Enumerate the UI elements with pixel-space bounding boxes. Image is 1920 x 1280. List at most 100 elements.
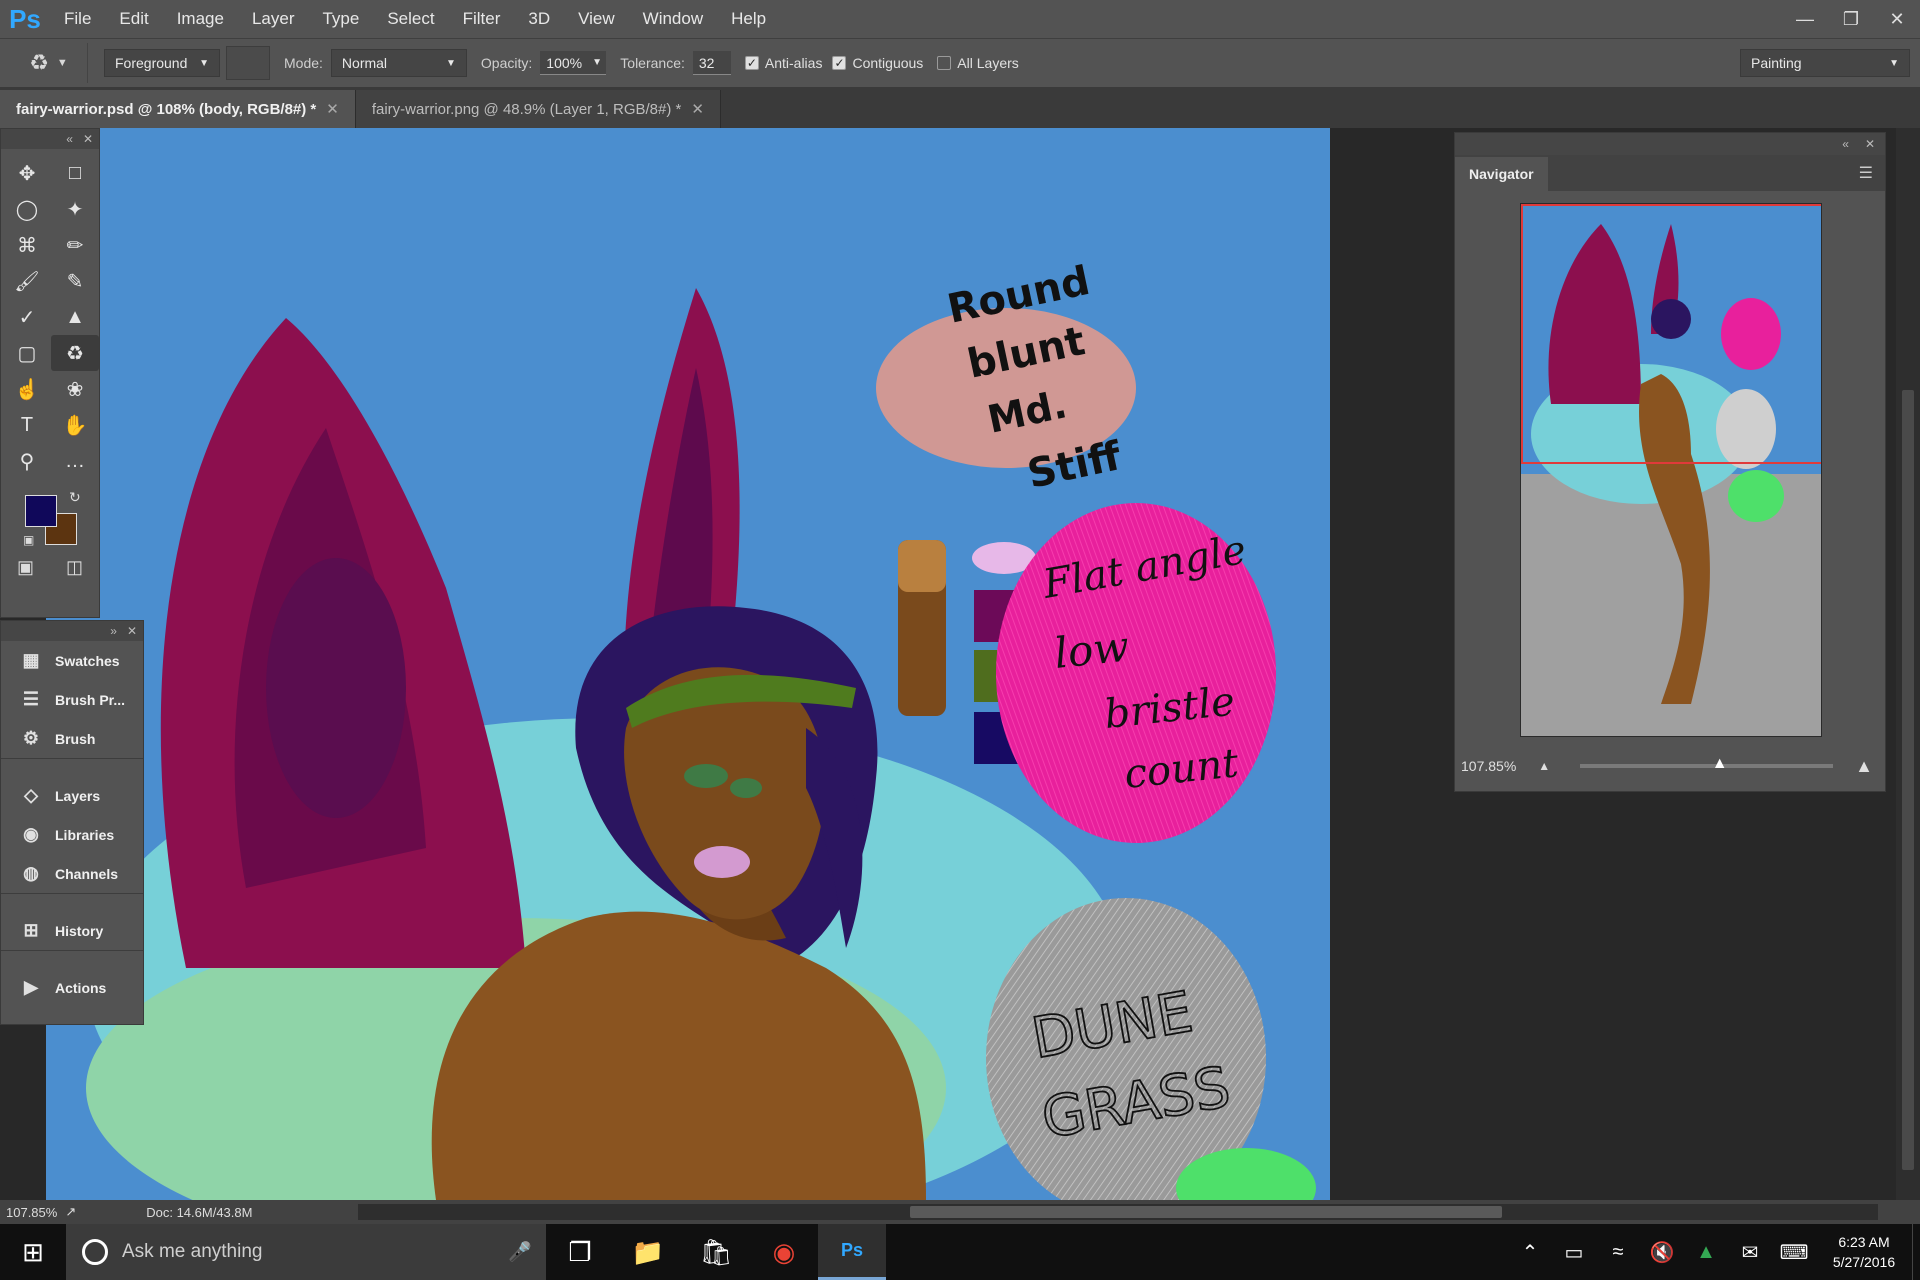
workspace-select[interactable]: Painting ▼: [1740, 49, 1910, 77]
lasso-icon[interactable]: ◯: [3, 191, 51, 227]
tab-fairy-warrior-png[interactable]: fairy-warrior.png @ 48.9% (Layer 1, RGB/…: [355, 90, 721, 128]
status-zoom[interactable]: 107.85%: [6, 1205, 57, 1220]
close-tab-icon[interactable]: ✕: [691, 100, 704, 118]
menu-type[interactable]: Type: [308, 0, 373, 38]
magic-wand-icon[interactable]: ✦: [51, 191, 99, 227]
zoom-in-icon[interactable]: ▲: [1855, 756, 1873, 777]
paint-bucket-icon[interactable]: ♻: [51, 335, 99, 371]
more-icon[interactable]: …: [51, 443, 99, 479]
tab-navigator[interactable]: Navigator: [1455, 157, 1548, 191]
zoom-slider[interactable]: ▲: [1580, 755, 1834, 772]
menu-help[interactable]: Help: [717, 0, 780, 38]
file-explorer-icon[interactable]: 📁: [614, 1224, 682, 1280]
zoom-icon[interactable]: ⚲: [3, 443, 51, 479]
menu-file[interactable]: File: [50, 0, 105, 38]
vertical-scrollbar[interactable]: [1896, 128, 1920, 1200]
menu-filter[interactable]: Filter: [449, 0, 515, 38]
chevron-up-icon[interactable]: ⌃: [1508, 1240, 1552, 1265]
chrome-icon[interactable]: ◉: [750, 1224, 818, 1280]
store-icon[interactable]: 🛍: [682, 1224, 750, 1280]
expand-icon[interactable]: »: [110, 624, 117, 638]
navigator-zoom-value[interactable]: 107.85%: [1461, 758, 1516, 774]
menu-edit[interactable]: Edit: [105, 0, 162, 38]
horizontal-scrollbar[interactable]: [358, 1204, 1878, 1220]
pattern-picker[interactable]: [226, 46, 270, 80]
screen-mode-icon[interactable]: ◫: [66, 557, 83, 578]
clock[interactable]: 6:23 AM 5/27/2016: [1816, 1232, 1912, 1272]
battery-icon[interactable]: ▭: [1552, 1240, 1596, 1265]
panel-swatches[interactable]: ▦ Swatches: [1, 641, 143, 680]
menu-window[interactable]: Window: [629, 0, 717, 38]
mixer-brush-icon[interactable]: ✓: [3, 299, 51, 335]
hand-icon[interactable]: ✋: [51, 407, 99, 443]
slider-thumb-icon[interactable]: ▲: [1712, 755, 1728, 773]
eyedropper-icon[interactable]: ✏: [51, 227, 99, 263]
clone-stamp-icon[interactable]: ▲: [51, 299, 99, 335]
menu-layer[interactable]: Layer: [238, 0, 309, 38]
vertical-scroll-thumb[interactable]: [1902, 390, 1914, 1170]
microphone-icon[interactable]: 🎤: [508, 1240, 532, 1264]
brush-icon[interactable]: 🖌: [3, 263, 51, 299]
horizontal-scroll-thumb[interactable]: [910, 1206, 1502, 1218]
anti-alias-checkbox[interactable]: ✓ Anti-alias: [744, 55, 822, 71]
eraser-icon[interactable]: ▢: [3, 335, 51, 371]
task-view-icon[interactable]: ❐: [546, 1224, 614, 1280]
panel-history[interactable]: ⊞ History: [1, 911, 143, 950]
libraries-icon: ◉: [23, 824, 39, 844]
show-desktop-button[interactable]: [1912, 1224, 1920, 1280]
zoom-out-icon[interactable]: ▲: [1538, 759, 1550, 773]
export-icon[interactable]: ↗: [65, 1204, 76, 1220]
color-picker: ↻ ▣: [1, 485, 99, 555]
smudge-icon[interactable]: ☝: [3, 371, 51, 407]
menu-image[interactable]: Image: [163, 0, 238, 38]
close-icon[interactable]: ✕: [1874, 0, 1920, 38]
sponge-icon[interactable]: ❀: [51, 371, 99, 407]
minimize-icon[interactable]: —: [1782, 0, 1828, 38]
windows-start-icon[interactable]: ⊞: [0, 1224, 66, 1280]
collapse-icon[interactable]: «: [66, 132, 73, 146]
restore-icon[interactable]: ❐: [1828, 0, 1874, 38]
menu-select[interactable]: Select: [373, 0, 448, 38]
opacity-input[interactable]: 100% ▼: [540, 51, 607, 75]
fill-source-select[interactable]: Foreground ▼: [104, 49, 220, 77]
tolerance-input[interactable]: 32: [692, 51, 731, 75]
default-colors-icon[interactable]: ▣: [23, 533, 34, 547]
foreground-color-swatch[interactable]: [25, 495, 57, 527]
tool-preset-picker[interactable]: ♻ ▼: [10, 43, 88, 83]
keyboard-icon[interactable]: ⌨: [1772, 1240, 1816, 1265]
menu-3d[interactable]: 3D: [514, 0, 564, 38]
panel-channels[interactable]: ◍ Channels: [1, 854, 143, 893]
crop-icon[interactable]: ⌘: [3, 227, 51, 263]
pencil-icon[interactable]: ✎: [51, 263, 99, 299]
document-canvas[interactable]: Round blunt Md. Stiff Flat angle low bri…: [46, 128, 1330, 1200]
navigator-thumbnail[interactable]: [1520, 203, 1822, 737]
wing-spot: [266, 558, 406, 818]
move-icon[interactable]: ✥: [3, 155, 51, 191]
swap-colors-icon[interactable]: ↻: [69, 489, 81, 506]
mode-select[interactable]: Normal ▼: [330, 49, 467, 77]
drive-icon[interactable]: ▲: [1684, 1241, 1728, 1264]
marquee-icon[interactable]: □: [51, 155, 99, 191]
collapse-icon[interactable]: «: [1842, 137, 1849, 151]
panel-libraries[interactable]: ◉ Libraries: [1, 815, 143, 854]
wifi-icon[interactable]: ≈: [1596, 1241, 1640, 1264]
photoshop-taskbar-icon[interactable]: Ps: [818, 1224, 886, 1280]
cortana-search-box[interactable]: Ask me anything 🎤: [66, 1224, 546, 1280]
type-icon[interactable]: T: [3, 407, 51, 443]
panel-actions[interactable]: ▶ Actions: [1, 968, 143, 1007]
close-icon[interactable]: ✕: [83, 132, 93, 146]
quick-mask-icon[interactable]: ▣: [17, 557, 34, 578]
panel-menu-icon[interactable]: ☰: [1859, 163, 1885, 191]
panel-brush[interactable]: ⚙ Brush: [1, 719, 143, 758]
contiguous-checkbox[interactable]: ✓ Contiguous: [832, 55, 923, 71]
panel-brush-presets[interactable]: ☰ Brush Pr...: [1, 680, 143, 719]
close-icon[interactable]: ✕: [1865, 137, 1875, 151]
volume-muted-icon[interactable]: 🔇: [1640, 1240, 1684, 1265]
close-tab-icon[interactable]: ✕: [326, 100, 339, 118]
tab-fairy-warrior-psd[interactable]: fairy-warrior.psd @ 108% (body, RGB/8#) …: [0, 90, 356, 128]
all-layers-checkbox[interactable]: All Layers: [937, 55, 1019, 71]
menu-view[interactable]: View: [564, 0, 629, 38]
close-icon[interactable]: ✕: [127, 624, 137, 638]
panel-layers[interactable]: ◇ Layers: [1, 776, 143, 815]
notifications-icon[interactable]: ✉: [1728, 1240, 1772, 1265]
